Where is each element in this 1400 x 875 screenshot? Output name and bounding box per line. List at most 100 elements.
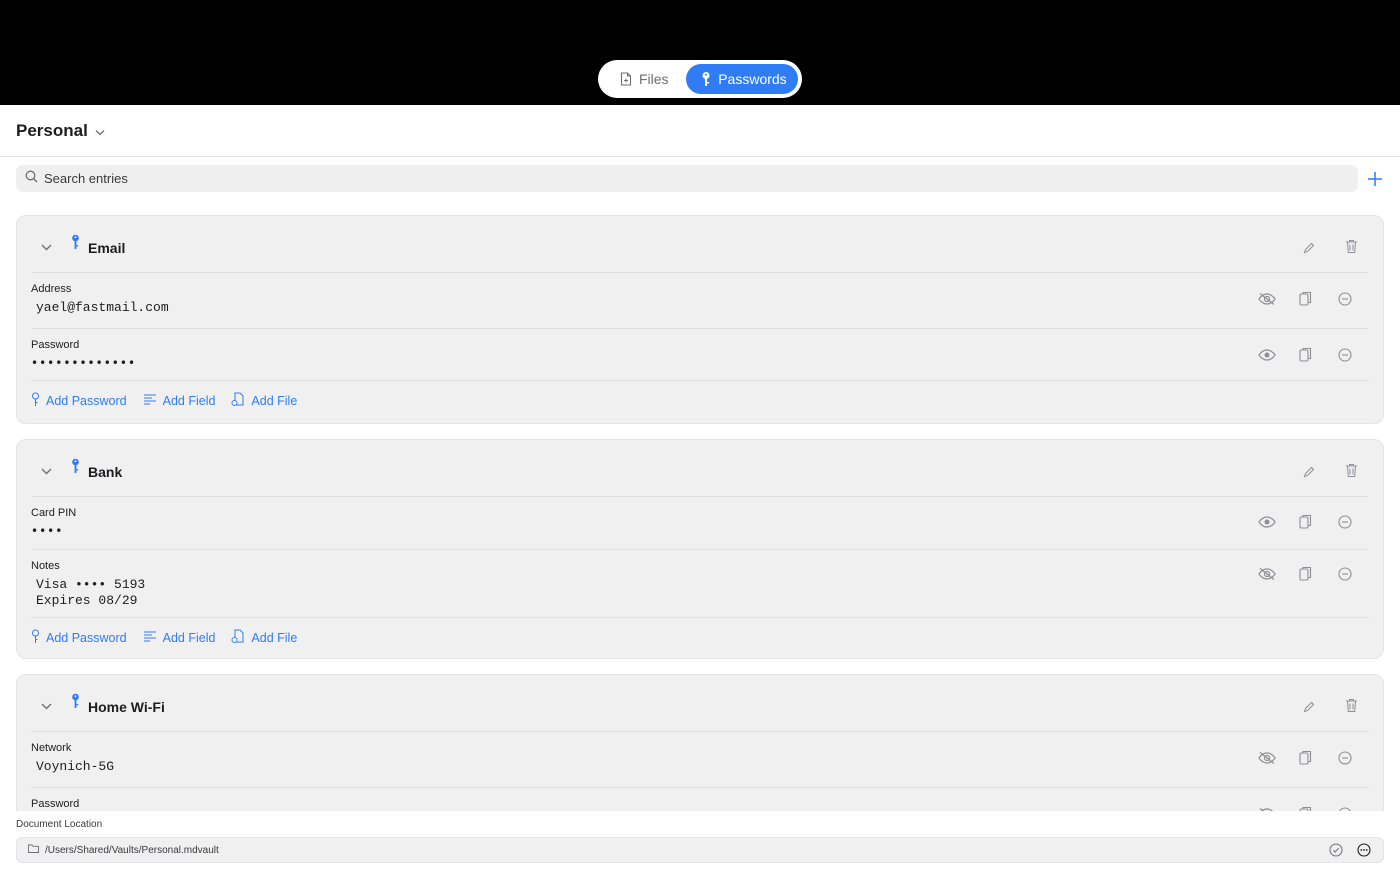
add-file-label: Add File	[251, 631, 298, 645]
key-icon	[701, 71, 711, 87]
search-icon	[25, 170, 38, 188]
add-entry-button[interactable]	[1366, 170, 1384, 188]
add-field-label: Add Field	[162, 394, 216, 408]
trash-icon[interactable]	[1345, 239, 1358, 259]
entry-title: Bank	[88, 464, 123, 480]
entries-list[interactable]: Email Address yael@fastmail.com Password…	[0, 200, 1400, 811]
trash-icon[interactable]	[1345, 698, 1358, 718]
eye-slash-icon[interactable]	[1257, 748, 1276, 767]
copy-icon[interactable]	[1296, 345, 1315, 364]
field-value[interactable]: Visa •••• 5193 Expires 08/29	[36, 577, 145, 609]
trash-icon[interactable]	[1345, 463, 1358, 483]
add-field-button[interactable]: Add Field	[143, 631, 216, 645]
add-file-label: Add File	[251, 394, 298, 408]
vault-header: Personal	[0, 105, 1400, 157]
field-label: Card PIN	[31, 507, 77, 519]
copy-icon[interactable]	[1296, 512, 1315, 531]
text-lines-icon	[143, 631, 157, 645]
add-file-button[interactable]: Add File	[231, 629, 297, 647]
document-actions	[1329, 843, 1371, 857]
field-actions	[1257, 564, 1354, 583]
more-options-icon[interactable]	[1357, 843, 1371, 857]
document-location-panel: Document Location /Users/Shared/Vaults/P…	[0, 811, 1400, 875]
chevron-down-icon	[95, 121, 105, 141]
field-value[interactable]: Voynich-5G	[36, 759, 114, 775]
attach-file-icon	[231, 629, 245, 647]
eye-slash-icon[interactable]	[1257, 804, 1276, 811]
copy-icon[interactable]	[1296, 804, 1315, 811]
remove-field-icon[interactable]	[1335, 289, 1354, 308]
entry-header: Bank	[31, 440, 1369, 497]
field-actions	[1257, 289, 1354, 308]
pencil-icon[interactable]	[1303, 700, 1315, 718]
add-file-button[interactable]: Add File	[231, 392, 297, 410]
eye-icon[interactable]	[1257, 512, 1276, 531]
copy-icon[interactable]	[1296, 564, 1315, 583]
vault-title: Personal	[16, 121, 88, 140]
field-actions	[1257, 804, 1354, 811]
entry-card-email: Email Address yael@fastmail.com Password…	[16, 215, 1384, 424]
field-row: Password	[31, 788, 1369, 811]
copy-icon[interactable]	[1296, 289, 1315, 308]
eye-icon[interactable]	[1257, 345, 1276, 364]
document-icon	[620, 72, 632, 86]
entry-title: Home Wi-Fi	[88, 699, 165, 715]
plus-icon	[1368, 172, 1382, 186]
key-outline-icon	[31, 629, 40, 647]
field-row: Card PIN ••••	[31, 497, 1369, 550]
search-input[interactable]	[44, 171, 1344, 186]
entry-card-bank: Bank Card PIN •••• Notes Visa •••• 5193 …	[16, 439, 1384, 659]
tab-passwords[interactable]: Passwords	[686, 64, 798, 94]
key-icon	[71, 458, 80, 479]
text-lines-icon	[143, 394, 157, 408]
field-label: Notes	[31, 560, 60, 572]
chevron-down-icon[interactable]	[41, 462, 52, 480]
vault-selector[interactable]: Personal	[16, 121, 105, 141]
entry-card-home-wifi: Home Wi-Fi Network Voynich-5G Password	[16, 674, 1384, 811]
remove-field-icon[interactable]	[1335, 564, 1354, 583]
attach-file-icon	[231, 392, 245, 410]
remove-field-icon[interactable]	[1335, 512, 1354, 531]
field-row: Network Voynich-5G	[31, 732, 1369, 788]
add-password-label: Add Password	[46, 631, 127, 645]
pencil-icon[interactable]	[1303, 465, 1315, 483]
field-actions	[1257, 748, 1354, 767]
search-bar	[16, 165, 1358, 192]
add-password-button[interactable]: Add Password	[31, 629, 127, 647]
eye-slash-icon[interactable]	[1257, 564, 1276, 583]
chevron-down-icon[interactable]	[41, 238, 52, 256]
eye-slash-icon[interactable]	[1257, 289, 1276, 308]
field-actions	[1257, 512, 1354, 531]
field-value-concealed[interactable]: ••••	[31, 524, 63, 538]
field-row: Address yael@fastmail.com	[31, 273, 1369, 329]
folder-icon	[28, 844, 39, 856]
entry-actions: Add Password Add Field Add File	[31, 618, 1369, 658]
top-bar: Files Passwords	[0, 0, 1400, 105]
remove-field-icon[interactable]	[1335, 345, 1354, 364]
field-value[interactable]: yael@fastmail.com	[36, 300, 169, 316]
add-password-label: Add Password	[46, 394, 127, 408]
add-password-button[interactable]: Add Password	[31, 392, 127, 410]
copy-icon[interactable]	[1296, 748, 1315, 767]
entry-header: Home Wi-Fi	[31, 675, 1369, 732]
document-path-field[interactable]: /Users/Shared/Vaults/Personal.mdvault	[16, 837, 1384, 863]
field-row: Notes Visa •••• 5193 Expires 08/29	[31, 550, 1369, 618]
document-path: /Users/Shared/Vaults/Personal.mdvault	[45, 844, 219, 856]
remove-field-icon[interactable]	[1335, 748, 1354, 767]
add-field-label: Add Field	[162, 631, 216, 645]
field-label: Network	[31, 742, 72, 754]
key-outline-icon	[31, 392, 40, 410]
tab-passwords-label: Passwords	[718, 71, 787, 87]
field-label: Address	[31, 283, 72, 295]
pencil-icon[interactable]	[1303, 241, 1315, 259]
key-icon	[71, 693, 80, 714]
entry-title: Email	[88, 240, 126, 256]
tab-files-label: Files	[639, 71, 669, 87]
checkmark-circle-icon[interactable]	[1329, 843, 1343, 857]
chevron-down-icon[interactable]	[41, 697, 52, 715]
remove-field-icon[interactable]	[1335, 804, 1354, 811]
field-value-concealed[interactable]: •••••••••••••	[31, 356, 136, 370]
add-field-button[interactable]: Add Field	[143, 394, 216, 408]
tab-files[interactable]: Files	[602, 64, 684, 94]
field-row: Password •••••••••••••	[31, 329, 1369, 381]
